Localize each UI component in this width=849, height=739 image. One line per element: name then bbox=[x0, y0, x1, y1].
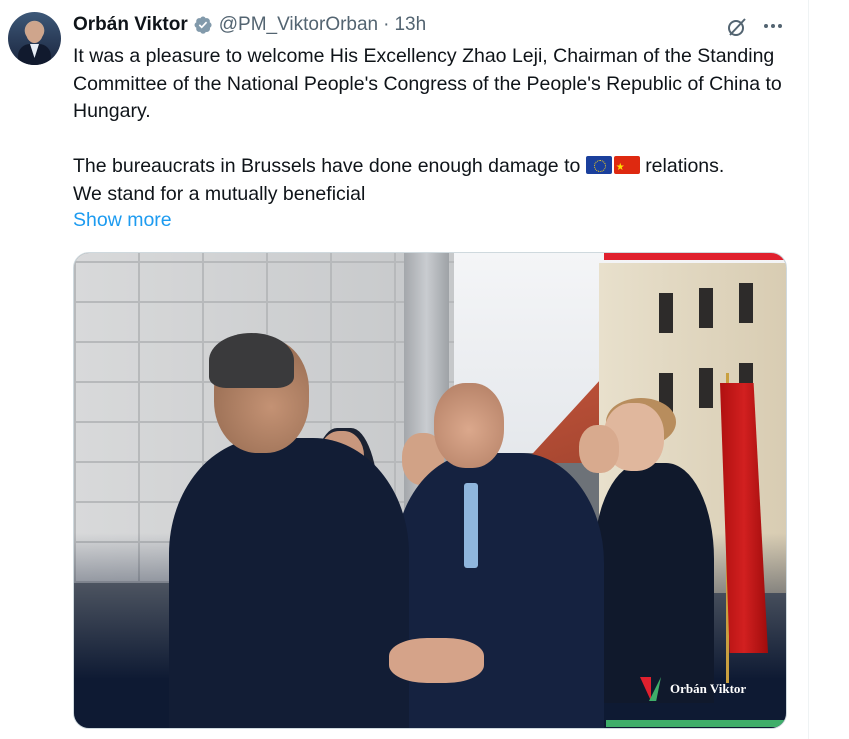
person-center bbox=[394, 453, 604, 728]
author-handle[interactable]: @PM_ViktorOrban bbox=[219, 14, 378, 36]
author-name[interactable]: Orbán Viktor bbox=[73, 14, 188, 36]
separator-dot: · bbox=[383, 14, 390, 35]
handshake bbox=[389, 638, 484, 683]
tweet-photo[interactable]: Orbán Viktor bbox=[73, 252, 787, 729]
brand-green-stripe bbox=[606, 720, 786, 727]
person-woman bbox=[594, 463, 714, 703]
person-center-head bbox=[434, 383, 504, 468]
tweet-text-segment: The bureaucrats in Brussels have done en… bbox=[73, 155, 581, 177]
tweet-text-segment: relations. bbox=[645, 155, 725, 177]
person-left-hair bbox=[209, 333, 294, 388]
tweet-body: It was a pleasure to welcome His Excelle… bbox=[73, 43, 788, 208]
watermark-logo-icon bbox=[640, 677, 662, 701]
author-avatar[interactable] bbox=[8, 12, 61, 65]
person-center-tie bbox=[464, 483, 478, 568]
eu-flag-emoji-icon bbox=[585, 156, 612, 174]
building-window bbox=[659, 293, 673, 333]
tweet-paragraph-1: It was a pleasure to welcome His Excelle… bbox=[73, 45, 782, 122]
person-background-head bbox=[579, 425, 619, 473]
watermark-text: Orbán Viktor bbox=[670, 681, 747, 696]
building-window bbox=[699, 288, 713, 328]
photo-watermark: Orbán Viktor bbox=[640, 677, 746, 701]
more-options-icon[interactable] bbox=[762, 15, 784, 37]
tweet-timestamp[interactable]: 13h bbox=[394, 14, 426, 36]
tweet-text-segment: We stand for a mutually beneficial bbox=[73, 182, 366, 205]
show-more-link[interactable]: Show more bbox=[73, 209, 172, 232]
grok-icon[interactable] bbox=[725, 15, 749, 39]
person-left bbox=[169, 438, 409, 728]
tweet-header: Orbán Viktor @PM_ViktorOrban · 13h bbox=[73, 13, 426, 37]
timeline-border bbox=[808, 0, 809, 739]
china-flag-emoji-icon bbox=[613, 156, 640, 174]
building-window bbox=[699, 368, 713, 408]
tweet-card[interactable]: Orbán Viktor @PM_ViktorOrban · 13h It wa… bbox=[0, 0, 808, 739]
verified-badge-icon[interactable] bbox=[193, 15, 213, 35]
tweet-paragraph-2: The bureaucrats in Brussels have done en… bbox=[73, 153, 788, 208]
avatar-face bbox=[26, 22, 43, 43]
building-window bbox=[739, 283, 753, 323]
brand-red-stripe bbox=[604, 253, 786, 260]
